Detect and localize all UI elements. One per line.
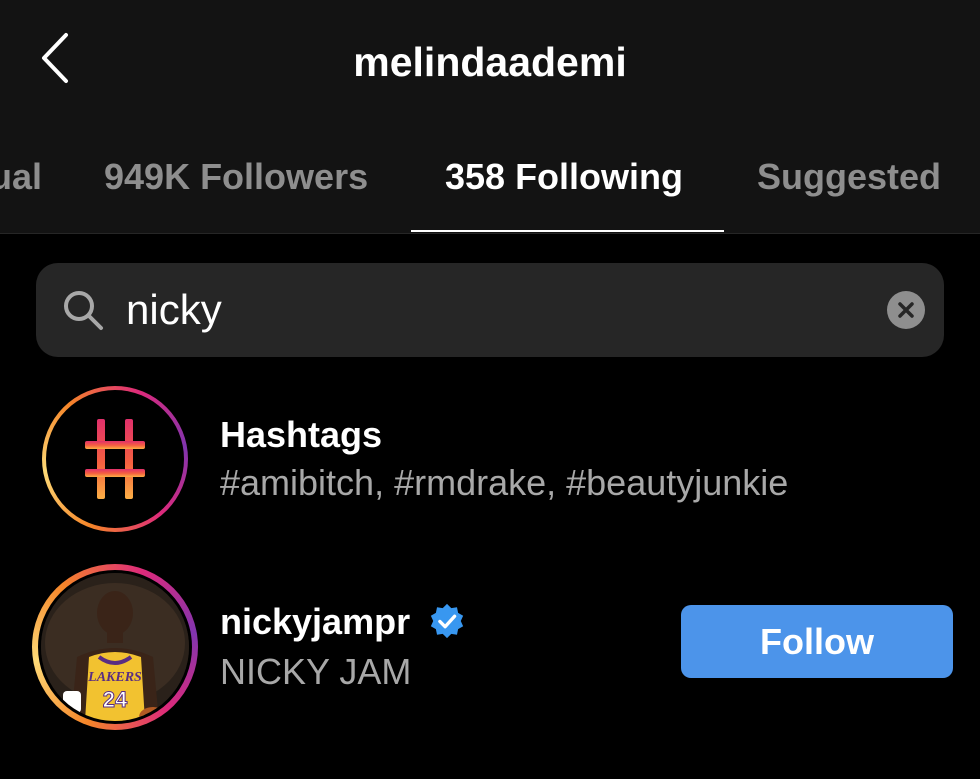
- username: nickyjampr: [220, 601, 411, 642]
- header: melindaademi ual 949K Followers 358 Foll…: [0, 0, 980, 234]
- full-name: NICKY JAM: [220, 651, 412, 692]
- follow-button[interactable]: Follow: [681, 605, 953, 678]
- hashtags-title: Hashtags: [220, 414, 383, 455]
- hashtags-list: #amibitch, #rmdrake, #beautyjunkie: [220, 462, 789, 503]
- following-screen: melindaademi ual 949K Followers 358 Foll…: [0, 0, 980, 779]
- tab-bar: ual 949K Followers 358 Following Suggest…: [0, 140, 980, 234]
- clear-search-button[interactable]: [887, 291, 925, 329]
- search-input[interactable]: [126, 281, 886, 339]
- hashtags-result[interactable]: Hashtags #amibitch, #rmdrake, #beautyjun…: [0, 380, 980, 540]
- verified-badge-icon: [430, 604, 464, 639]
- clear-icon: [898, 302, 914, 318]
- active-tab-indicator: [411, 230, 724, 232]
- hashtag-avatar-ring: [42, 386, 188, 532]
- page-title: melindaademi: [353, 39, 627, 85]
- user-avatar-ring: LAKERS 24: [32, 564, 198, 730]
- search-icon: [64, 291, 103, 330]
- tab-mutual[interactable]: ual: [0, 155, 42, 199]
- tab-followers[interactable]: 949K Followers: [104, 155, 368, 199]
- search-bar: [36, 263, 944, 357]
- player-photo: LAKERS 24: [41, 573, 189, 721]
- username-line: nickyjampr: [220, 600, 466, 644]
- avatar: LAKERS 24: [38, 570, 192, 724]
- tab-suggested[interactable]: Suggested: [757, 155, 941, 199]
- jersey-text: LAKERS: [87, 670, 142, 685]
- hashtag-icon: [85, 419, 145, 499]
- tab-following[interactable]: 358 Following: [445, 155, 683, 199]
- jersey-number: 24: [103, 687, 128, 712]
- hashtag-avatar: [46, 390, 184, 528]
